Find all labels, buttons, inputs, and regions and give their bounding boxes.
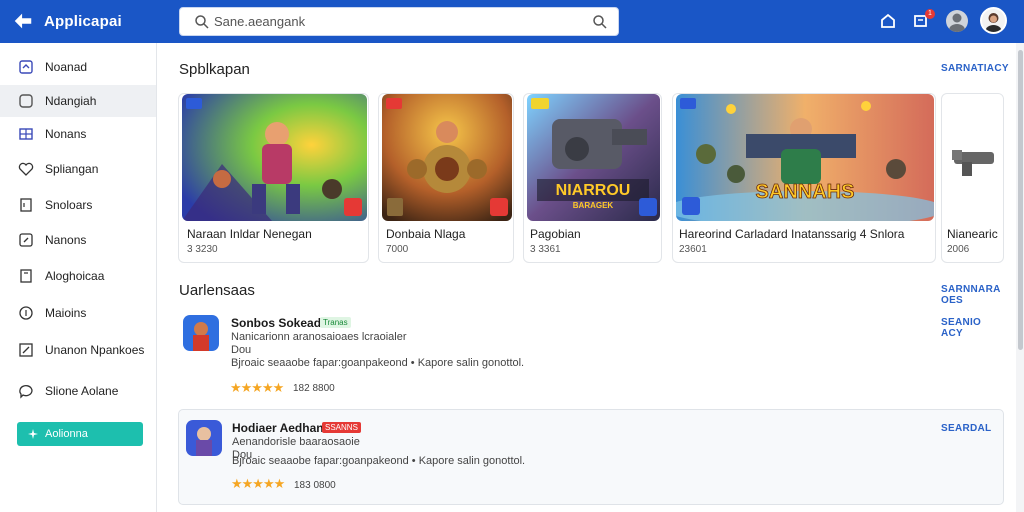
app-card-meta: 3 3361 bbox=[530, 244, 561, 255]
brand[interactable]: Applicapai bbox=[12, 10, 122, 32]
app-name: Hodiaer Aedhan bbox=[232, 421, 324, 435]
square-icon bbox=[20, 269, 32, 283]
banner-text: SANNAHS bbox=[756, 181, 855, 203]
app-card[interactable]: Nianearic 2006 bbox=[941, 93, 1004, 263]
sidebar-item-manage[interactable]: Unanon Npankoes bbox=[0, 334, 156, 366]
rating-stars: ★★★★★ bbox=[230, 380, 284, 395]
sidebar-item-label: Nanons bbox=[45, 233, 87, 247]
sidebar-item-edit[interactable]: Nanons bbox=[0, 224, 156, 256]
app-action-link[interactable]: SEARDAL bbox=[941, 423, 991, 434]
banner-subtext: BARAGEK bbox=[573, 201, 614, 210]
app-card-title: Pagobian bbox=[530, 227, 581, 241]
featured-see-all-link[interactable]: SARNATIACY bbox=[941, 63, 1009, 74]
sidebar-item-label: Maioins bbox=[45, 306, 87, 320]
edit-icon bbox=[19, 233, 33, 247]
list-icon bbox=[19, 128, 33, 140]
sidebar-item-label: Nonans bbox=[45, 127, 87, 141]
sidebar-item-circle[interactable]: Maioins bbox=[0, 297, 156, 329]
app-card[interactable]: SANNAHS Hareorind Carladard Inatanssarig… bbox=[672, 93, 936, 263]
app-card-meta: 23601 bbox=[679, 244, 707, 255]
app-card-meta: 2006 bbox=[947, 244, 970, 255]
sidebar-item-apps[interactable]: Aloghoicaa bbox=[0, 260, 156, 292]
app-card-title: Hareorind Carladard Inatanssarig 4 Snlor… bbox=[679, 227, 905, 241]
search-bar[interactable]: Sane.aeangank bbox=[179, 7, 619, 36]
app-description-line: Bjroaic seaaobe fapar:goanpakeond • Kapo… bbox=[232, 455, 526, 467]
search-input[interactable]: Sane.aeangank bbox=[214, 14, 305, 29]
circle-icon bbox=[19, 306, 33, 320]
chat-icon bbox=[19, 385, 33, 399]
sparkle-icon bbox=[28, 429, 38, 439]
updates-see-all-link[interactable]: SARNNARA OES bbox=[941, 284, 1024, 306]
app-description: Aenandorisle baaraosaoie bbox=[232, 436, 360, 448]
app-meta: 182 8800 bbox=[293, 383, 335, 394]
app-card-thumbnail bbox=[382, 94, 512, 221]
search-icon bbox=[195, 15, 209, 29]
app-description-line: Dou bbox=[231, 344, 252, 356]
app-card-title: Donbaia Nlaga bbox=[386, 227, 466, 241]
rating-stars: ★★★★★ bbox=[231, 476, 285, 491]
top-bar: Applicapai Sane.aeangank 1 bbox=[0, 0, 1024, 43]
app-card-thumbnail bbox=[942, 94, 1003, 221]
banner-text: NIARROU bbox=[556, 182, 631, 199]
app-title: Applicapai bbox=[44, 12, 122, 30]
sidebar-item-label: Aloghoicaa bbox=[45, 269, 105, 283]
featured-section-title: Spblkapan bbox=[179, 61, 250, 78]
updates-section-title: Uarlensaas bbox=[179, 282, 255, 299]
app-card[interactable]: Naraan Inldar Nenegan 3 3230 bbox=[178, 93, 369, 263]
app-card[interactable]: NIARROU BARAGEK Pagobian 3 3361 bbox=[523, 93, 662, 263]
sidebar-item-label: Ndangiah bbox=[45, 94, 97, 108]
home-icon[interactable] bbox=[879, 12, 897, 30]
notification-badge: 1 bbox=[925, 9, 935, 19]
app-card-meta: 3 3230 bbox=[187, 244, 218, 255]
app-card[interactable]: Donbaia Nlaga 7000 bbox=[378, 93, 514, 263]
list-item[interactable]: Hodiaer Aedhan SSANNS Aenandorisle baara… bbox=[178, 409, 1004, 505]
app-card-title: Naraan Inldar Nenegan bbox=[187, 227, 312, 241]
app-icon bbox=[186, 420, 222, 456]
sidebar: Noanad Ndangiah Nonans Spliangan Snoloar… bbox=[0, 43, 157, 512]
app-description: Nanicarionn aranosaioaes lcraoialer bbox=[231, 331, 407, 343]
home-icon bbox=[19, 60, 33, 74]
app-icon bbox=[183, 315, 219, 351]
sidebar-item-documents[interactable]: Snoloars bbox=[0, 189, 156, 221]
status-badge: SSANNS bbox=[322, 422, 361, 433]
edit-icon bbox=[19, 343, 33, 357]
app-description-line: Bjroaic seaaobe fapar:goanpakeond • Kapo… bbox=[231, 357, 525, 369]
list-item[interactable]: Sonbos Sokeadan Tranas Nanicarionn arano… bbox=[178, 305, 1004, 401]
status-badge: Tranas bbox=[320, 317, 351, 328]
app-action-link[interactable]: SEANIO ACY bbox=[941, 317, 1004, 339]
app-meta: 183 0800 bbox=[294, 480, 336, 491]
sidebar-item-label: Snoloars bbox=[45, 198, 93, 212]
app-card-title: Nianearic bbox=[947, 227, 998, 241]
sidebar-item-active[interactable]: Ndangiah bbox=[0, 85, 156, 117]
sidebar-item-label: Noanad bbox=[45, 60, 88, 74]
sidebar-item-home[interactable]: Noanad bbox=[0, 51, 156, 83]
sidebar-cta-label: Aolionna bbox=[45, 428, 88, 440]
profile-avatar[interactable] bbox=[980, 7, 1007, 34]
heart-icon bbox=[18, 162, 34, 176]
sidebar-item-list[interactable]: Nonans bbox=[0, 118, 156, 150]
sidebar-item-label: Spliangan bbox=[45, 162, 99, 176]
sidebar-cta-button[interactable]: Aolionna bbox=[17, 422, 143, 446]
back-arrow-icon[interactable] bbox=[12, 10, 34, 32]
user-avatar[interactable] bbox=[946, 10, 968, 32]
app-card-meta: 7000 bbox=[386, 244, 409, 255]
search-submit-icon[interactable] bbox=[592, 14, 608, 30]
sidebar-item-favorites[interactable]: Spliangan bbox=[0, 153, 156, 185]
app-card-thumbnail: NIARROU BARAGEK bbox=[527, 94, 660, 221]
app-card-thumbnail: SANNAHS bbox=[676, 94, 934, 221]
grid-icon bbox=[19, 94, 33, 108]
document-icon bbox=[20, 198, 32, 212]
sidebar-item-chat[interactable]: Slione Aolane bbox=[0, 375, 156, 407]
scrollbar-thumb[interactable] bbox=[1018, 50, 1023, 350]
sidebar-item-label: Slione Aolane bbox=[45, 384, 119, 398]
app-card-thumbnail bbox=[182, 94, 367, 221]
sidebar-item-label: Unanon Npankoes bbox=[45, 343, 145, 357]
